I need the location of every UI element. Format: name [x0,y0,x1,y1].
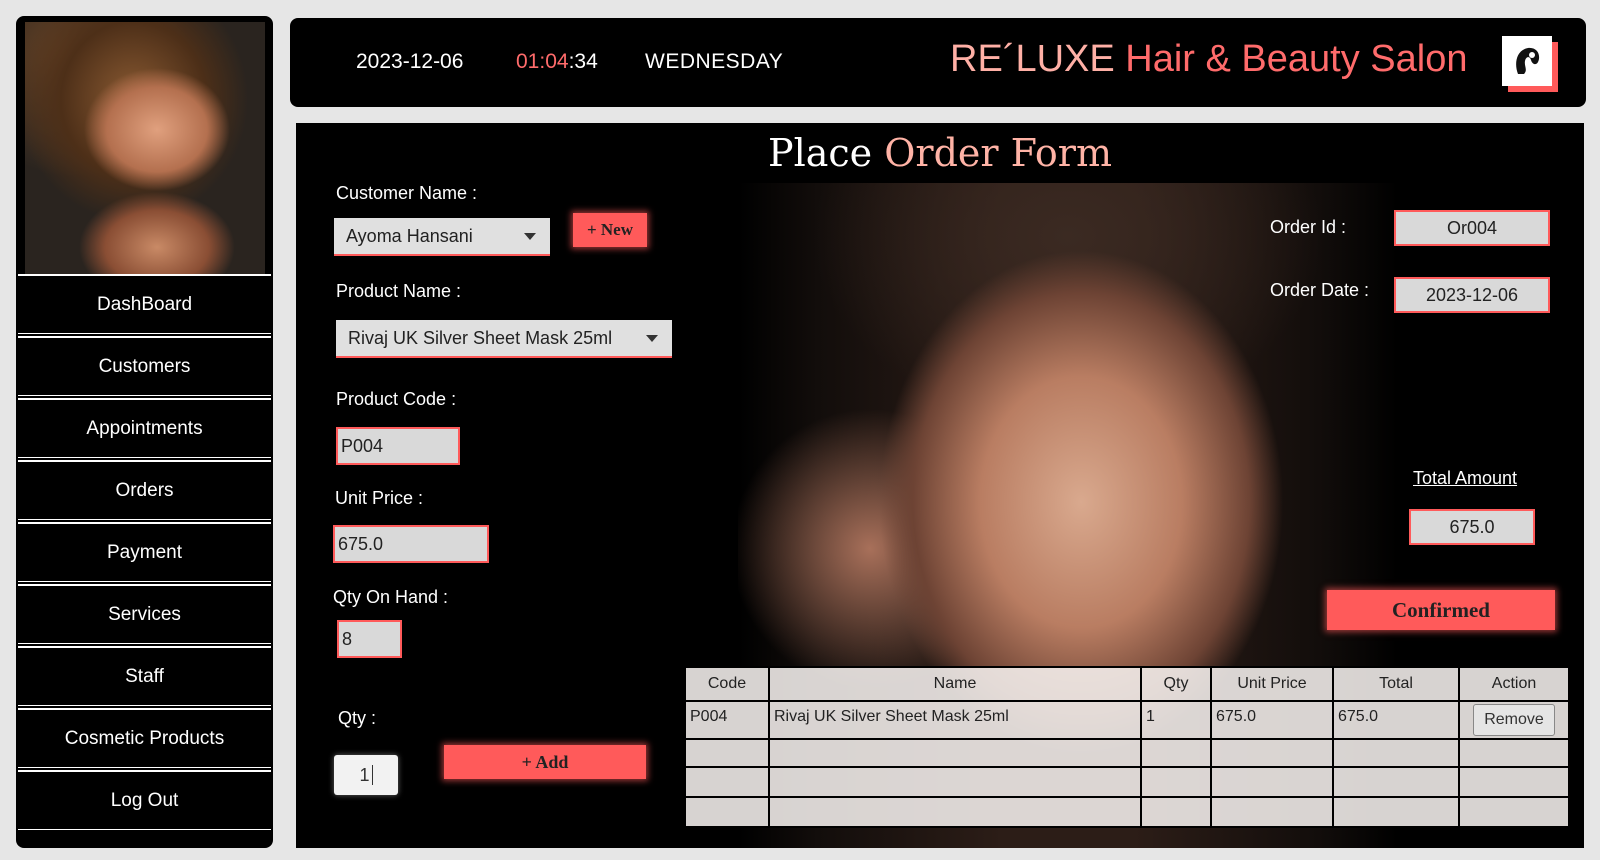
table-cell-unit-price: 675.0 [1212,702,1334,738]
page-title: Place Order Form [296,131,1584,175]
order-date-label: Order Date : [1270,280,1370,300]
table-cell-empty [770,768,1142,796]
qty-on-hand-label: Qty On Hand : [333,587,449,607]
order-form-panel: Place Order Form Customer Name : Ayoma H… [296,123,1584,848]
product-name-label: Product Name : [336,281,462,301]
qty-on-hand-field[interactable]: 8 [337,620,402,658]
table-cell-empty [1334,768,1460,796]
table-cell-empty [1142,798,1212,826]
qty-label: Qty : [338,708,377,728]
page-title-part-1: Place [768,131,873,175]
customer-name-value: Ayoma Hansani [346,225,473,246]
unit-price-label: Unit Price : [335,488,424,508]
unit-price-field[interactable]: 675.0 [333,525,489,563]
salon-logo-icon [1502,36,1552,86]
nav-item-services[interactable]: Services [18,584,271,644]
product-name-value: Rivaj UK Silver Sheet Mask 25ml [348,327,613,348]
table-cell-code: P004 [686,702,770,738]
table-cell-empty [686,740,770,766]
header-time: 01:04:34 [516,50,598,74]
table-cell-total: 675.0 [1334,702,1460,738]
table-cell-empty [1212,768,1334,796]
nav-item-log-out[interactable]: Log Out [18,770,271,830]
table-row [686,740,1568,768]
nav-item-customers[interactable]: Customers [18,336,271,396]
table-header-code: Code [686,668,770,700]
nav-item-payment[interactable]: Payment [18,522,271,582]
brand-name: RE´LUXE [950,38,1115,80]
nav-item-appointments[interactable]: Appointments [18,398,271,458]
table-cell-qty: 1 [1142,702,1212,738]
order-items-table: Code Name Qty Unit Price Total Action P0… [684,666,1570,828]
brand-title: RE´LUXE Hair & Beauty Salon [950,38,1467,81]
qty-input[interactable]: 1 [334,755,398,795]
chevron-down-icon [646,335,658,342]
table-cell-empty [1334,798,1460,826]
brand-subtitle: Hair & Beauty Salon [1125,38,1468,80]
table-header-total: Total [1334,668,1460,700]
table-cell-empty [770,740,1142,766]
table-cell-name: Rivaj UK Silver Sheet Mask 25ml [770,702,1142,738]
total-amount-label: Total Amount [1413,468,1518,488]
table-cell-action: Remove [1460,702,1568,738]
order-date-field[interactable]: 2023-12-06 [1394,277,1550,313]
header-date: 2023-12-06 [356,50,464,73]
product-code-label: Product Code : [336,389,457,409]
nav-item-staff[interactable]: Staff [18,646,271,706]
table-header-action: Action [1491,675,1537,692]
remove-button[interactable]: Remove [1473,704,1555,736]
chevron-down-icon [524,233,536,240]
customer-name-select[interactable]: Ayoma Hansani [334,218,550,256]
qty-value: 1 [359,764,370,785]
table-cell-empty [1212,740,1334,766]
text-cursor [371,765,373,785]
table-cell-empty [686,768,770,796]
nav-item-cosmetic-products[interactable]: Cosmetic Products [18,708,271,768]
total-amount-field[interactable]: 675.0 [1409,509,1535,545]
table-cell-empty [1212,798,1334,826]
header-time-hm: 01:04 [516,50,569,73]
table-row [686,798,1568,826]
table-header-name: Name [770,668,1142,700]
header-bar: 2023-12-06 01:04:34 WEDNESDAY RE´LUXE Ha… [290,18,1586,107]
table-cell-empty [1142,740,1212,766]
table-row [686,768,1568,798]
nav-item-dashboard[interactable]: DashBoard [18,274,271,334]
nav-item-orders[interactable]: Orders [18,460,271,520]
header-day: WEDNESDAY [645,50,784,73]
confirmed-button[interactable]: Confirmed [1327,590,1555,630]
product-name-select[interactable]: Rivaj UK Silver Sheet Mask 25ml [336,320,672,358]
table-header-row: Code Name Qty Unit Price Total Action [686,668,1568,702]
table-row[interactable]: P004 Rivaj UK Silver Sheet Mask 25ml 1 6… [686,702,1568,740]
table-cell-empty [1334,740,1460,766]
product-code-field[interactable]: P004 [336,427,460,465]
header-time-seconds: :34 [568,50,598,73]
new-customer-button[interactable]: + New [573,213,647,247]
table-header-unit-price: Unit Price [1212,668,1334,700]
order-id-label: Order Id : [1270,217,1347,237]
table-header-qty: Qty [1142,668,1212,700]
order-id-field[interactable]: Or004 [1394,210,1550,246]
profile-image [25,22,265,278]
table-cell-empty [686,798,770,826]
add-to-cart-button[interactable]: + Add [444,745,646,779]
table-cell-empty [1142,768,1212,796]
customer-name-label: Customer Name : [336,183,478,203]
table-cell-empty [770,798,1142,826]
page-title-part-2: Order Form [884,131,1112,175]
sidebar: DashBoard Customers Appointments Orders … [16,16,273,848]
